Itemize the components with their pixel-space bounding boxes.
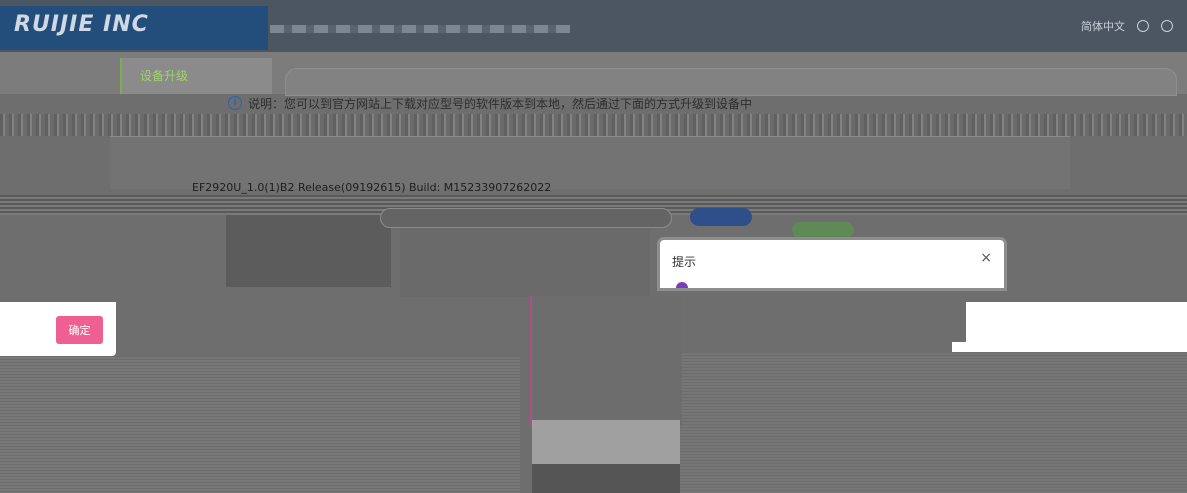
help-icon[interactable] (1161, 20, 1173, 32)
logo-block[interactable]: RUIJIE INC (0, 6, 268, 50)
dialog-body-fragment (966, 302, 1187, 342)
decorative-band (0, 114, 1187, 136)
warning-icon (676, 282, 688, 288)
language-switch[interactable]: 简体中文 (1081, 18, 1125, 34)
upgrade-notice: i 说明：您可以到官方网站上下载对应型号的软件版本到本地，然后通过下面的方式升级… (228, 94, 752, 112)
nav-menu[interactable] (270, 25, 570, 33)
file-select-input[interactable] (380, 208, 672, 228)
tab-device-upgrade-label: 设备升级 (140, 69, 189, 83)
center-light-block (532, 420, 680, 464)
lower-right-area (680, 352, 1187, 493)
lower-left-area (0, 356, 520, 493)
firmware-version: EF2920U_1.0(1)B2 Release(09192615) Build… (192, 181, 552, 194)
top-right-tools: 简体中文 (1081, 18, 1173, 34)
browse-button[interactable] (690, 208, 752, 226)
center-column (530, 296, 682, 426)
center-dark-block (532, 464, 680, 493)
dialog-title: 提示 (672, 255, 697, 269)
upload-button[interactable] (792, 222, 854, 238)
prompt-dialog: 提示 × (660, 240, 1004, 288)
confirm-button[interactable]: 确定 (56, 316, 103, 344)
notice-text: 说明：您可以到官方网站上下载对应型号的软件版本到本地，然后通过下面的方式升级到设… (248, 96, 753, 111)
tab-device-upgrade[interactable]: 设备升级 (120, 58, 272, 94)
close-icon[interactable]: × (980, 250, 992, 266)
left-panel-block (226, 215, 391, 287)
info-icon: i (228, 96, 242, 110)
top-navigation-bar: RUIJIE INC 简体中文 (0, 0, 1187, 53)
tab-content-header (285, 68, 1177, 96)
search-icon[interactable] (1137, 20, 1149, 32)
brand-logo: RUIJIE INC (14, 12, 149, 37)
